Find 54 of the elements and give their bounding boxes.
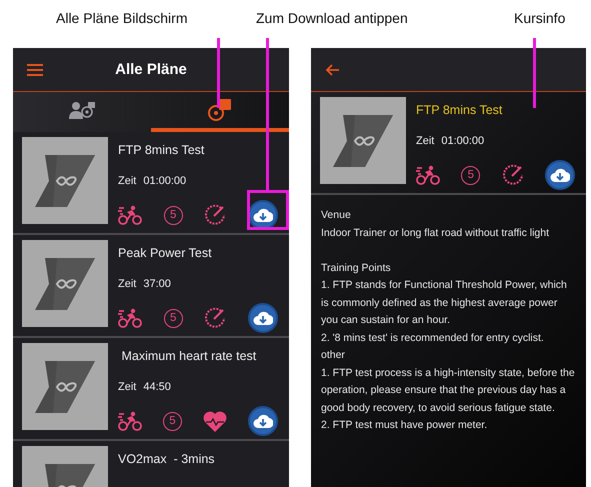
leader-line bbox=[217, 38, 220, 108]
menu-icon[interactable] bbox=[27, 64, 43, 76]
plan-name[interactable]: Maximum heart rate test bbox=[118, 349, 256, 363]
plan-name[interactable]: Peak Power Test bbox=[118, 246, 212, 260]
gauge-icon bbox=[204, 307, 226, 329]
time-value: 01:00:00 bbox=[143, 175, 186, 187]
annotation-caption: Kursinfo bbox=[514, 10, 566, 26]
info-text: Indoor Trainer or long flat road without traffic light bbox=[321, 226, 550, 240]
leader-line bbox=[533, 38, 536, 108]
cyclist-icon bbox=[118, 308, 142, 328]
logo-icon bbox=[35, 154, 95, 206]
cloud-download-icon bbox=[252, 310, 273, 326]
info-text: 1. FTP stands for Functional Threshold Power, which is commonly defined as the highest average power you can sustain for an hour. bbox=[321, 278, 568, 328]
info-text: 2. '8 mins test' is recommended for entry cyclist. bbox=[321, 330, 545, 346]
download-button[interactable] bbox=[544, 160, 575, 190]
time-value: 44:50 bbox=[143, 381, 171, 393]
cloud-download-icon bbox=[550, 167, 570, 183]
annotation-caption: Zum Download antippen bbox=[256, 10, 408, 26]
heart-rate-icon bbox=[203, 410, 227, 432]
download-button[interactable] bbox=[248, 406, 278, 436]
plan-name: FTP 8mins Test bbox=[416, 103, 502, 117]
info-text: 1. FTP test process is a high-intensity state, before the operation, please ensure that the previous day has a good body recovery, to avoid serious fatigue state. bbox=[321, 366, 576, 416]
cyclist-icon bbox=[416, 165, 440, 185]
time-value: 37:00 bbox=[143, 278, 171, 290]
circled-number: 5 bbox=[164, 206, 183, 224]
logo-icon bbox=[333, 114, 393, 166]
person-gear-icon bbox=[69, 101, 95, 119]
info-text: Training Points bbox=[321, 260, 392, 276]
time-label: Zeit bbox=[118, 175, 136, 187]
cyclist-icon bbox=[118, 411, 142, 431]
circled-number: 5 bbox=[163, 412, 182, 430]
gauge-icon bbox=[204, 204, 226, 226]
stopwatch-calendar-icon bbox=[208, 99, 232, 121]
logo-icon bbox=[35, 360, 95, 412]
download-button[interactable] bbox=[248, 303, 278, 333]
cyclist-icon bbox=[118, 205, 142, 225]
back-icon[interactable] bbox=[325, 64, 339, 76]
plan-name[interactable]: VO2max - 3mins bbox=[118, 452, 215, 466]
plan-name[interactable]: FTP 8mins Test bbox=[118, 143, 204, 157]
time-value: 01:00:00 bbox=[441, 135, 484, 147]
time-label: Zeit bbox=[118, 381, 136, 393]
cloud-download-icon bbox=[253, 413, 273, 429]
info-text: other bbox=[321, 348, 346, 363]
cloud-download-icon bbox=[252, 207, 273, 223]
time-label: Zeit bbox=[416, 135, 434, 147]
circled-number: 5 bbox=[164, 308, 183, 328]
circled-number: 5 bbox=[461, 166, 480, 184]
info-text: Venue bbox=[321, 208, 352, 223]
gauge-icon bbox=[502, 164, 524, 186]
screen-title: Alle Pläne bbox=[114, 61, 188, 78]
info-text: 2. FTP test must have power meter. bbox=[321, 418, 488, 433]
logo-icon bbox=[35, 258, 95, 310]
annotation-caption: Alle Pläne Bildschirm bbox=[56, 10, 188, 26]
time-label: Zeit bbox=[118, 278, 136, 290]
